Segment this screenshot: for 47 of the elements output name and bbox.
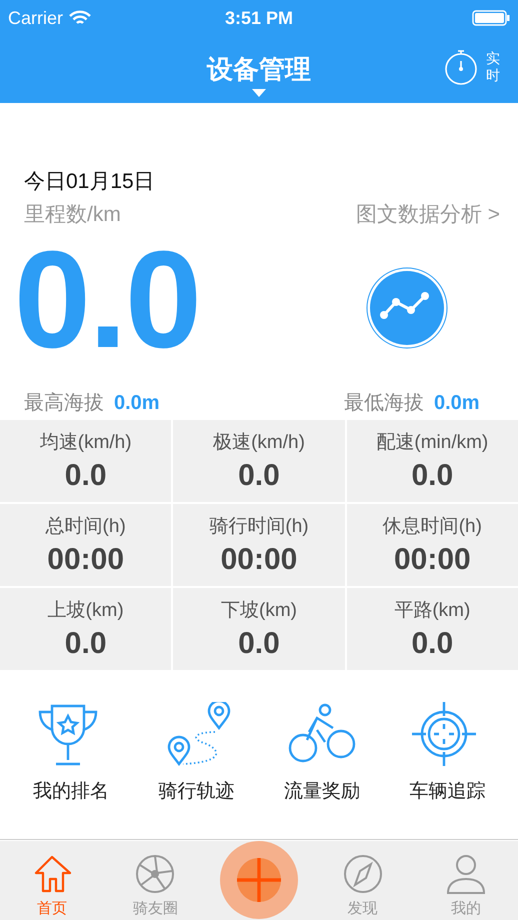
line-chart-icon[interactable]: [366, 267, 448, 349]
shortcut-button[interactable]: 骑行轨迹: [158, 702, 234, 804]
wifi-icon: [69, 10, 92, 26]
stat-label: 平路(km): [394, 599, 470, 623]
person-icon: [446, 853, 486, 895]
stat-value: 0.0: [64, 459, 107, 493]
stat-label: 配速(min/km): [376, 431, 488, 455]
tab[interactable]: 首页: [0, 841, 104, 920]
stopwatch-icon: [444, 48, 478, 86]
carrier-label: Carrier: [8, 8, 64, 28]
altitude-label: 最高海拔: [24, 391, 104, 416]
altitude-value: 0.0m: [434, 392, 480, 415]
distance-value: 0.0: [14, 231, 200, 369]
wheel-icon: [135, 853, 176, 895]
stat-value: 00:00: [394, 543, 471, 577]
shortcut-button[interactable]: 车辆追踪: [409, 702, 486, 804]
altitude-label: 最低海拔: [344, 391, 424, 416]
stat-label: 均速(km/h): [40, 431, 132, 455]
stat-value: 0.0: [64, 627, 107, 661]
stat-value: 0.0: [411, 459, 454, 493]
page-title: 设备管理: [207, 53, 311, 86]
stat-label: 休息时间(h): [382, 515, 482, 539]
shortcut-button[interactable]: 流量奖励: [284, 702, 360, 804]
stat-label: 上坡(km): [48, 599, 124, 623]
analysis-link[interactable]: 图文数据分析 >: [356, 200, 500, 228]
shortcut-button[interactable]: 我的排名: [32, 702, 109, 804]
stat-label: 下坡(km): [221, 599, 297, 623]
date-label: 今日01月15日: [24, 169, 155, 195]
stat-value: 00:00: [47, 543, 124, 577]
stat-value: 0.0: [238, 627, 280, 661]
stat-label: 极速(km/h): [213, 431, 305, 455]
compass-icon: [342, 853, 383, 895]
dropdown-caret-icon: [252, 89, 266, 97]
distance-unit-label: 里程数/km: [24, 202, 121, 228]
battery-icon: [472, 10, 510, 26]
stat-value: 00:00: [220, 543, 298, 577]
tab[interactable]: 我的: [414, 841, 518, 920]
altitude-value: 0.0m: [114, 392, 160, 415]
status-time: 3:51 PM: [224, 8, 294, 28]
stat-value: 0.0: [411, 627, 454, 661]
stat-label: 骑行时间(h): [209, 515, 309, 539]
tab[interactable]: 发现: [310, 841, 414, 920]
tab[interactable]: 骑友圈: [104, 841, 208, 920]
stat-value: 0.0: [238, 459, 280, 493]
stat-label: 总时间(h): [46, 515, 126, 539]
plus-icon: [220, 841, 298, 919]
realtime-button[interactable]: 实时: [444, 48, 500, 86]
